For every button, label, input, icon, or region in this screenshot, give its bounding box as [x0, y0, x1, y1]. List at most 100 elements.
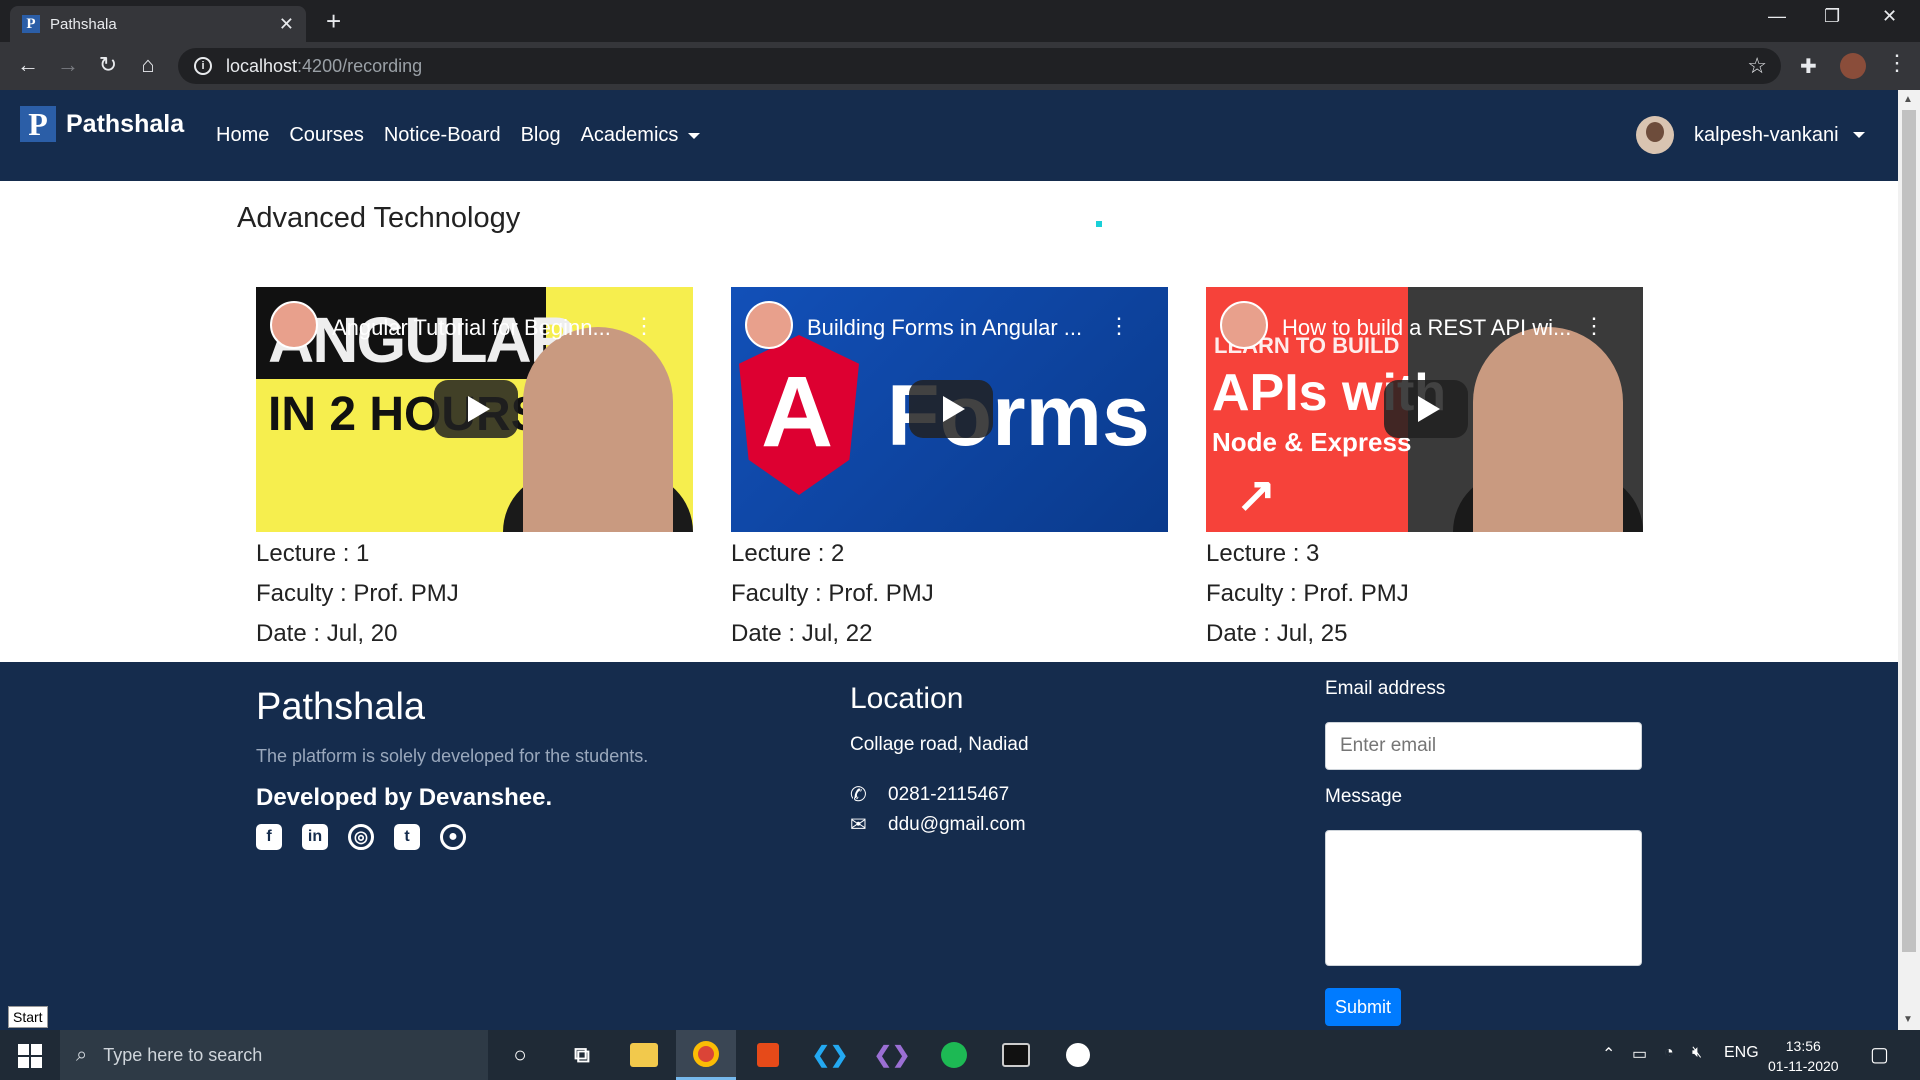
facebook-icon[interactable]: f: [256, 824, 282, 850]
language-indicator[interactable]: ENG: [1724, 1044, 1759, 1062]
browser-tab[interactable]: P Pathshala ✕: [10, 6, 306, 42]
brand-name: Pathshala: [66, 109, 185, 138]
play-button[interactable]: [909, 380, 993, 438]
video-title[interactable]: Building Forms in Angular ...: [807, 315, 1082, 341]
task-view-icon[interactable]: ⧉: [552, 1030, 612, 1080]
reload-icon[interactable]: ↻: [94, 52, 122, 78]
message-label: Message: [1325, 786, 1403, 807]
search-placeholder: Type here to search: [103, 1044, 263, 1065]
windows-start-icon[interactable]: [18, 1044, 42, 1068]
channel-avatar[interactable]: [745, 301, 793, 349]
nav-academics-dropdown[interactable]: Academics: [581, 124, 701, 147]
address-bar[interactable]: i localhost:4200/recording ☆: [178, 48, 1781, 84]
chrome-icon[interactable]: [676, 1030, 736, 1080]
spotify-icon[interactable]: [924, 1030, 984, 1080]
footer-brand: Pathshala: [256, 686, 426, 728]
lecture-card: ANGULAR IN 2 HOURS Angular Tutorial for …: [256, 287, 693, 654]
page-title: Advanced Technology: [237, 202, 521, 234]
terminal-icon[interactable]: [986, 1030, 1046, 1080]
twitter-icon[interactable]: t: [394, 824, 420, 850]
presenter-image: [523, 327, 673, 532]
phone-row: ✆ 0281-2115467: [850, 782, 1009, 807]
browser-menu-icon[interactable]: ⋮: [1886, 50, 1908, 76]
url-path: :4200/recording: [297, 55, 423, 76]
browser-tabstrip: P Pathshala ✕ + — ❐ ✕: [0, 0, 1920, 42]
notifications-icon[interactable]: ▢: [1870, 1042, 1889, 1067]
battery-icon[interactable]: ▭: [1632, 1044, 1647, 1064]
scrollbar-thumb[interactable]: [1902, 110, 1916, 952]
search-icon: ⌕: [76, 1043, 88, 1066]
play-button[interactable]: [1384, 380, 1468, 438]
channel-avatar[interactable]: [270, 301, 318, 349]
thumbnail-text: A: [761, 356, 834, 468]
extensions-icon[interactable]: ✚: [1800, 54, 1817, 79]
taskbar-search[interactable]: ⌕ Type here to search: [60, 1030, 488, 1080]
caret-down-icon: [688, 132, 701, 139]
video-player[interactable]: LEARN TO BUILD APIs with Node & Express …: [1206, 287, 1643, 532]
video-menu-icon[interactable]: ⋮: [1108, 313, 1130, 339]
site-footer: Pathshala The platform is solely develop…: [0, 662, 1898, 1030]
phone-icon: ✆: [850, 784, 867, 806]
email-address: ddu@gmail.com: [888, 813, 1026, 835]
video-menu-icon[interactable]: ⋮: [1583, 313, 1605, 339]
forward-icon[interactable]: →: [54, 52, 82, 78]
nav-links: Home Courses Notice-Board Blog Academics: [216, 124, 701, 147]
video-title[interactable]: How to build a REST API wi...: [1282, 315, 1571, 341]
email-field[interactable]: [1325, 722, 1642, 770]
tab-favicon: P: [22, 15, 40, 33]
linkedin-icon[interactable]: in: [302, 824, 328, 850]
window-close-icon[interactable]: ✕: [1882, 6, 1897, 27]
nav-courses[interactable]: Courses: [289, 124, 363, 147]
nav-blog[interactable]: Blog: [521, 124, 561, 147]
minimize-icon[interactable]: —: [1768, 6, 1786, 27]
video-title[interactable]: Angular Tutorial for Beginn...: [332, 315, 611, 341]
restore-icon[interactable]: ❐: [1824, 6, 1840, 27]
social-links: f in ◎ t ●: [256, 824, 466, 850]
channel-avatar[interactable]: [1220, 301, 1268, 349]
location-address: Collage road, Nadiad: [850, 734, 1029, 755]
tab-close-icon[interactable]: ✕: [279, 14, 294, 35]
video-player[interactable]: A Forms Building Forms in Angular ... ⋮: [731, 287, 1168, 532]
vscode-icon[interactable]: ❮❯: [800, 1030, 860, 1080]
browser-toolbar: ← → ↻ ⌂ i localhost:4200/recording ☆ ✚ ⋮: [0, 42, 1920, 90]
thumbnail-text: Node & Express: [1212, 427, 1412, 457]
site-navbar: P Pathshala Home Courses Notice-Board Bl…: [0, 90, 1898, 181]
tray-expand-icon[interactable]: ⌃: [1602, 1044, 1615, 1064]
nav-home[interactable]: Home: [216, 124, 269, 147]
submit-button[interactable]: Submit: [1325, 988, 1401, 1026]
lecture-card: LEARN TO BUILD APIs with Node & Express …: [1206, 287, 1643, 654]
video-player[interactable]: ANGULAR IN 2 HOURS Angular Tutorial for …: [256, 287, 693, 532]
user-avatar: [1636, 116, 1674, 154]
back-icon[interactable]: ←: [14, 52, 42, 78]
play-button[interactable]: [434, 380, 518, 438]
office-icon[interactable]: [738, 1030, 798, 1080]
instagram-icon[interactable]: ◎: [348, 824, 374, 850]
video-menu-icon[interactable]: ⋮: [633, 313, 655, 339]
brand[interactable]: P Pathshala: [20, 106, 184, 142]
lecture-card: A Forms Building Forms in Angular ... ⋮ …: [731, 287, 1168, 654]
home-icon[interactable]: ⌂: [134, 52, 162, 78]
user-menu[interactable]: kalpesh-vankani: [1636, 116, 1865, 154]
nav-academics-label: Academics: [580, 124, 679, 146]
lecture-date: Date : Jul, 22: [731, 620, 873, 647]
site-info-icon[interactable]: i: [194, 57, 212, 75]
scroll-up-icon[interactable]: ▲: [1903, 94, 1913, 105]
nav-notice-board[interactable]: Notice-Board: [384, 124, 501, 147]
visual-studio-icon[interactable]: ❮❯: [862, 1030, 922, 1080]
wifi-icon[interactable]: ◔: [1664, 1044, 1674, 1062]
mongodb-icon[interactable]: [1048, 1030, 1108, 1080]
email-row: ✉ ddu@gmail.com: [850, 812, 1026, 837]
message-field[interactable]: [1325, 830, 1642, 966]
volume-muted-icon[interactable]: 🔇︎: [1692, 1044, 1702, 1062]
github-icon[interactable]: ●: [440, 824, 466, 850]
scroll-down-icon[interactable]: ▼: [1903, 1014, 1913, 1025]
new-tab-icon[interactable]: +: [326, 6, 341, 36]
browser-profile-avatar[interactable]: [1840, 53, 1866, 79]
page-scrollbar[interactable]: ▲ ▼: [1898, 90, 1920, 1030]
taskbar-clock[interactable]: 13:56 01-11-2020: [1768, 1036, 1839, 1076]
file-explorer-icon[interactable]: [614, 1030, 674, 1080]
start-tooltip: Start: [8, 1006, 48, 1028]
lecture-date: Date : Jul, 20: [256, 620, 398, 647]
cortana-icon[interactable]: ○: [490, 1030, 550, 1080]
bookmark-star-icon[interactable]: ☆: [1747, 53, 1767, 79]
